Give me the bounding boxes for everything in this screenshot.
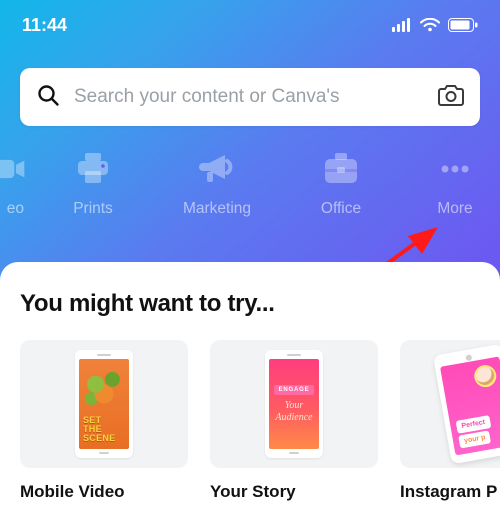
card-label: Mobile Video [20,482,188,502]
printer-icon [76,152,110,186]
section-title: You might want to try... [20,290,500,318]
phone-mockup: Perfect your p [433,344,500,464]
video-icon [0,152,26,186]
search-icon [36,83,60,112]
phone-mockup: ENGAGE Your Audience [265,350,323,458]
status-indicators [392,18,478,32]
camera-icon[interactable] [438,84,464,111]
search-container [0,68,500,126]
app-screen: 11:44 [0,0,500,524]
category-office[interactable]: Office [286,152,396,218]
preview-text: your p [458,430,491,448]
card-label: Your Story [210,482,378,502]
card-thumbnail: ENGAGE Your Audience [210,340,378,468]
battery-icon [448,18,478,32]
card-thumbnail: Perfect your p [400,340,500,468]
megaphone-icon [199,152,235,186]
suggestions-sheet: You might want to try... SET THE SCENE [0,262,500,524]
category-prints[interactable]: Prints [38,152,148,218]
template-cards[interactable]: SET THE SCENE Mobile Video ENGAGE [20,340,500,502]
card-your-story[interactable]: ENGAGE Your Audience Your Story [210,340,378,502]
preview-tag: ENGAGE [274,385,315,395]
category-label: Marketing [183,200,251,218]
cellular-icon [392,18,412,32]
category-marketing[interactable]: Marketing [162,152,272,218]
card-instagram-post[interactable]: Perfect your p Instagram P [400,340,500,502]
category-more[interactable]: More [410,152,500,218]
more-icon [437,152,473,186]
card-thumbnail: SET THE SCENE [20,340,188,468]
category-label: Office [321,200,361,218]
category-label: Prints [73,200,113,218]
card-mobile-video[interactable]: SET THE SCENE Mobile Video [20,340,188,502]
category-label: eo [7,200,24,218]
search-input[interactable] [74,86,424,108]
avatar-icon [473,363,498,388]
wifi-icon [420,18,440,32]
status-time: 11:44 [22,15,67,36]
preview-text: Your [285,400,304,411]
preview-text: SCENE [83,433,116,443]
category-row: eo Prints Marketing Office More [0,152,500,218]
briefcase-icon [323,152,359,186]
category-video-partial[interactable]: eo [0,152,24,218]
preview-text: Audience [275,412,312,423]
category-label: More [437,200,472,218]
search-bar[interactable] [20,68,480,126]
phone-mockup: SET THE SCENE [75,350,133,458]
status-bar: 11:44 [0,0,500,50]
card-label: Instagram P [400,482,500,502]
